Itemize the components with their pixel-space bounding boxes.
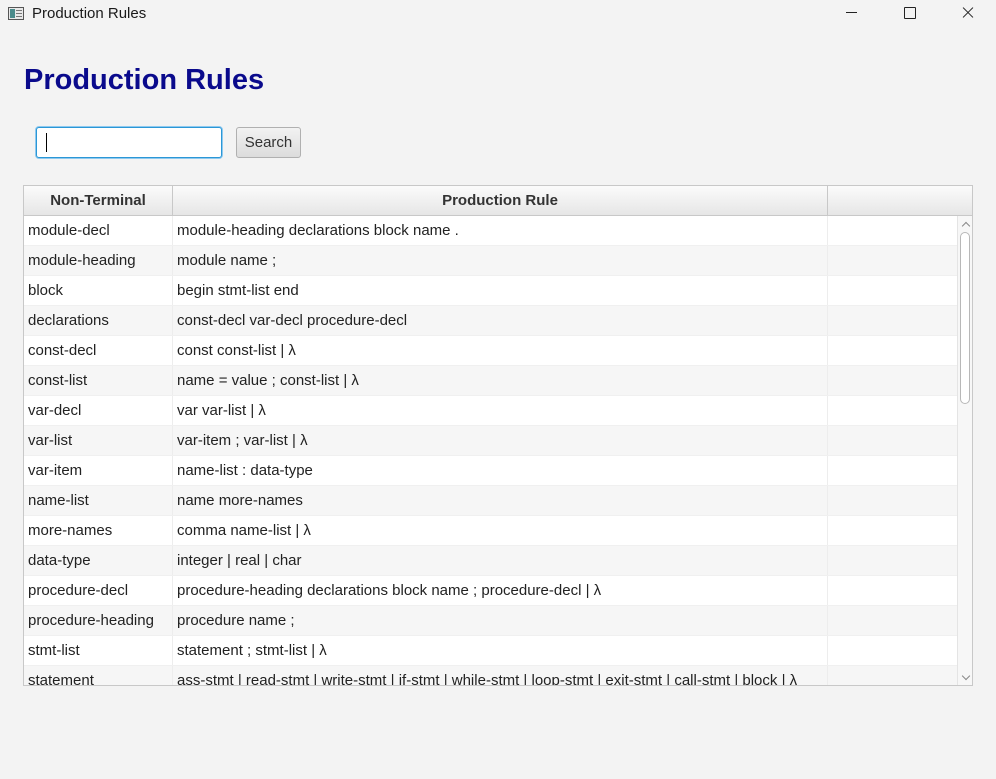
cell-empty [828,216,957,245]
cell-non-terminal: var-list [24,426,173,455]
cell-empty [828,666,957,685]
cell-production-rule: name more-names [173,486,828,515]
cell-non-terminal: more-names [24,516,173,545]
table-row[interactable]: stmt-list statement ; stmt-list | λ [24,636,957,666]
page-title: Production Rules [24,64,265,96]
table-body: module-decl module-heading declarations b… [24,216,957,685]
table-row[interactable]: var-list var-item ; var-list | λ [24,426,957,456]
table-row[interactable]: procedure-heading procedure name ; [24,606,957,636]
cell-empty [828,636,957,665]
cell-non-terminal: module-decl [24,216,173,245]
table-row[interactable]: const-list name = value ; const-list | λ [24,366,957,396]
cell-empty [828,336,957,365]
cell-production-rule: statement ; stmt-list | λ [173,636,828,665]
cell-empty [828,426,957,455]
table-row[interactable]: var-decl var var-list | λ [24,396,957,426]
cell-non-terminal: data-type [24,546,173,575]
cell-empty [828,576,957,605]
window-title: Production Rules [32,5,147,22]
cell-production-rule: procedure-heading declarations block nam… [173,576,828,605]
cell-non-terminal: statement [24,666,173,685]
table-header: Non-Terminal Production Rule [24,186,972,216]
minimize-button[interactable] [822,0,880,28]
cell-empty [828,396,957,425]
cell-empty [828,456,957,485]
search-input[interactable] [36,127,222,158]
column-header-non-terminal[interactable]: Non-Terminal [24,186,173,215]
app-window: Production Rules Production Rules Search… [0,0,996,779]
table-row[interactable]: statement ass-stmt | read-stmt | write-st… [24,666,957,685]
cell-empty [828,486,957,515]
cell-non-terminal: var-item [24,456,173,485]
cell-production-rule: procedure name ; [173,606,828,635]
table-row[interactable]: data-type integer | real | char [24,546,957,576]
cell-non-terminal: const-decl [24,336,173,365]
cell-non-terminal: const-list [24,366,173,395]
cell-non-terminal: declarations [24,306,173,335]
cell-empty [828,546,957,575]
cell-production-rule: integer | real | char [173,546,828,575]
cell-non-terminal: var-decl [24,396,173,425]
cell-non-terminal: name-list [24,486,173,515]
table-row[interactable]: name-list name more-names [24,486,957,516]
table-row[interactable]: block begin stmt-list end [24,276,957,306]
scroll-thumb[interactable] [960,232,970,404]
app-icon [8,7,24,20]
cell-non-terminal: block [24,276,173,305]
table-row[interactable]: module-decl module-heading declarations b… [24,216,957,246]
cell-production-rule: const const-list | λ [173,336,828,365]
scroll-down-arrow-icon[interactable] [960,672,971,683]
column-header-empty[interactable] [828,186,972,215]
text-caret [46,133,47,152]
cell-empty [828,606,957,635]
cell-production-rule: var-item ; var-list | λ [173,426,828,455]
maximize-button[interactable] [880,0,938,28]
table-row[interactable]: var-item name-list : data-type [24,456,957,486]
cell-non-terminal: module-heading [24,246,173,275]
cell-empty [828,366,957,395]
cell-empty [828,276,957,305]
table-row[interactable]: more-names comma name-list | λ [24,516,957,546]
vertical-scrollbar[interactable] [957,216,972,685]
cell-production-rule: var var-list | λ [173,396,828,425]
cell-non-terminal: stmt-list [24,636,173,665]
table-row[interactable]: module-heading module name ; [24,246,957,276]
cell-production-rule: name-list : data-type [173,456,828,485]
cell-production-rule: name = value ; const-list | λ [173,366,828,395]
table-row[interactable]: procedure-decl procedure-heading declarat… [24,576,957,606]
cell-empty [828,516,957,545]
cell-production-rule: ass-stmt | read-stmt | write-stmt | if-s… [173,666,828,685]
cell-production-rule: module-heading declarations block name . [173,216,828,245]
scroll-up-arrow-icon[interactable] [960,218,971,229]
cell-production-rule: const-decl var-decl procedure-decl [173,306,828,335]
cell-empty [828,306,957,335]
production-rules-table: Non-Terminal Production Rule module-decl… [23,185,973,686]
close-button[interactable] [938,0,996,28]
title-bar[interactable]: Production Rules [0,0,996,28]
cell-non-terminal: procedure-decl [24,576,173,605]
column-header-production-rule[interactable]: Production Rule [173,186,828,215]
table-row[interactable]: const-decl const const-list | λ [24,336,957,366]
cell-production-rule: module name ; [173,246,828,275]
search-button[interactable]: Search [236,127,301,158]
cell-empty [828,246,957,275]
cell-non-terminal: procedure-heading [24,606,173,635]
cell-production-rule: begin stmt-list end [173,276,828,305]
table-row[interactable]: declarations const-decl var-decl procedur… [24,306,957,336]
cell-production-rule: comma name-list | λ [173,516,828,545]
